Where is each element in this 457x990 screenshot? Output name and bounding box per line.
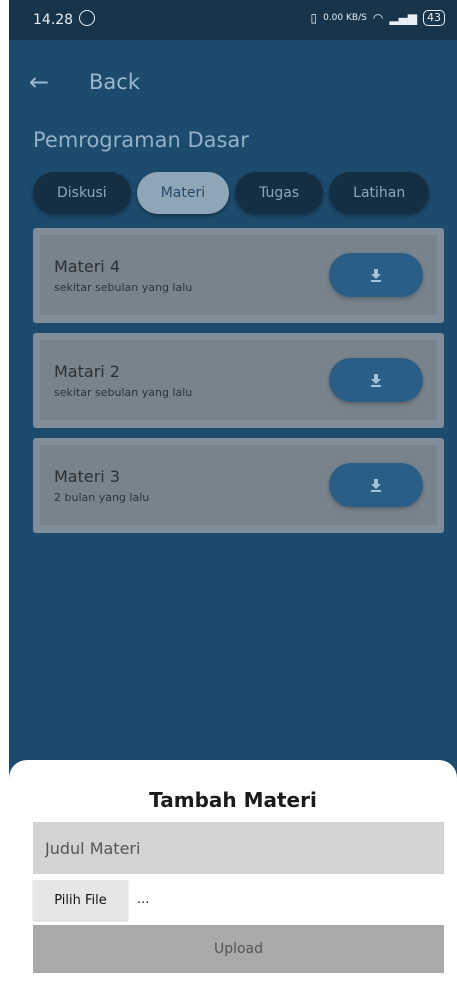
material-card-body: Materi 3 2 bulan yang lalu bbox=[40, 445, 437, 525]
material-list: Materi 4 sekitar sebulan yang lalu Matar… bbox=[33, 228, 444, 543]
back-button[interactable]: Back bbox=[89, 70, 140, 94]
material-title: Matari 2 bbox=[54, 362, 120, 381]
download-icon bbox=[371, 374, 381, 387]
material-title-input[interactable] bbox=[33, 822, 444, 874]
download-button[interactable] bbox=[329, 463, 423, 507]
material-date: 2 bulan yang lalu bbox=[54, 491, 150, 504]
tab-bar: Diskusi Materi Tugas Latihan bbox=[33, 172, 430, 214]
wifi-icon: ◠ bbox=[372, 11, 384, 25]
app-content: 14.28 ▯ 0.00 KB/S ◠ ▂▄▆ 43 ← Back Pemrog… bbox=[9, 0, 457, 990]
whatsapp-icon bbox=[79, 10, 95, 26]
back-arrow-icon[interactable]: ← bbox=[29, 68, 49, 96]
selected-file-name: ... bbox=[137, 892, 150, 907]
signal-icon: ▂▄▆ bbox=[389, 11, 417, 25]
pick-file-button[interactable]: Pilih File bbox=[33, 880, 128, 920]
status-time: 14.28 bbox=[33, 12, 74, 28]
tab-tugas[interactable]: Tugas bbox=[235, 172, 324, 214]
page-title: Pemrograman Dasar bbox=[33, 128, 249, 152]
material-card: Materi 3 2 bulan yang lalu bbox=[33, 438, 444, 533]
tab-materi[interactable]: Materi bbox=[136, 172, 230, 214]
add-material-sheet: Tambah Materi Pilih File ... Upload bbox=[9, 760, 457, 990]
screen: 14.28 ▯ 0.00 KB/S ◠ ▂▄▆ 43 ← Back Pemrog… bbox=[0, 0, 457, 990]
status-icons: ▯ 0.00 KB/S ◠ ▂▄▆ 43 bbox=[310, 10, 445, 26]
material-title: Materi 3 bbox=[54, 467, 121, 486]
download-icon bbox=[371, 269, 381, 282]
material-date: sekitar sebulan yang lalu bbox=[54, 281, 193, 294]
material-card-body: Materi 4 sekitar sebulan yang lalu bbox=[40, 235, 437, 315]
download-button[interactable] bbox=[329, 358, 423, 402]
download-button[interactable] bbox=[329, 253, 423, 297]
material-title: Materi 4 bbox=[54, 257, 121, 276]
vibrate-icon: ▯ bbox=[310, 11, 318, 25]
material-card: Materi 4 sekitar sebulan yang lalu bbox=[33, 228, 444, 323]
tab-latihan[interactable]: Latihan bbox=[329, 172, 430, 214]
material-card: Matari 2 sekitar sebulan yang lalu bbox=[33, 333, 444, 428]
upload-button[interactable]: Upload bbox=[33, 925, 444, 973]
app-bar: ← Back bbox=[9, 40, 457, 120]
tab-diskusi[interactable]: Diskusi bbox=[33, 172, 131, 214]
network-speed: 0.00 KB/S bbox=[323, 13, 367, 23]
material-card-body: Matari 2 sekitar sebulan yang lalu bbox=[40, 340, 437, 420]
sheet-title: Tambah Materi bbox=[149, 788, 317, 812]
material-date: sekitar sebulan yang lalu bbox=[54, 386, 193, 399]
download-icon bbox=[371, 479, 381, 492]
battery-icon: 43 bbox=[423, 10, 445, 26]
status-bar: 14.28 ▯ 0.00 KB/S ◠ ▂▄▆ 43 bbox=[9, 0, 457, 40]
battery-level: 43 bbox=[427, 11, 441, 24]
